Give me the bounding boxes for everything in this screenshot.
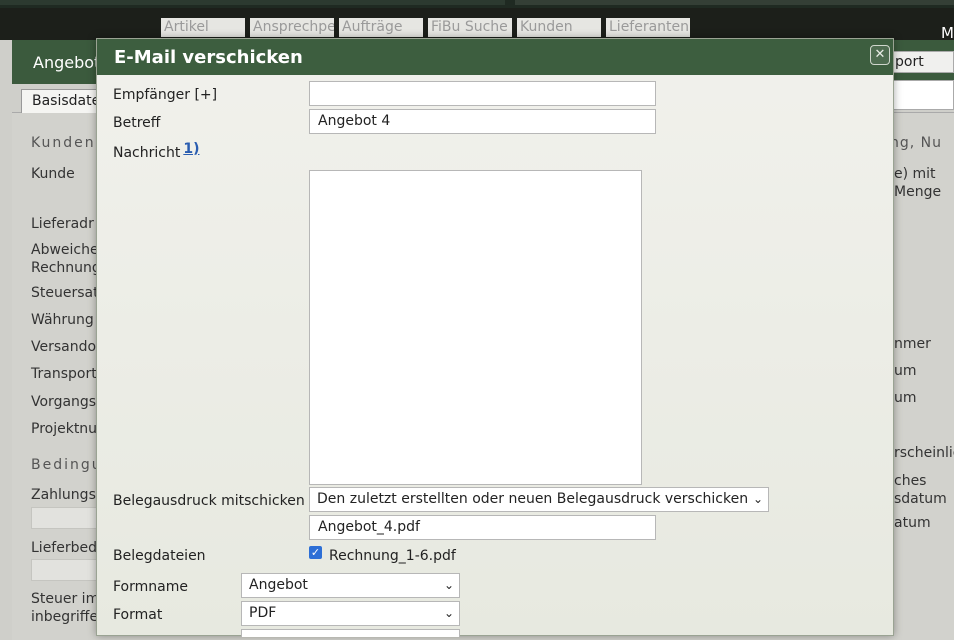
belegausdruck-value: Den zuletzt erstellten oder neuen Belega… bbox=[317, 491, 749, 507]
quick-search-ansprechpartner[interactable]: Ansprechpe bbox=[250, 18, 334, 37]
label-steuer-im: Steuer im bbox=[31, 591, 100, 607]
right-text-atum: atum bbox=[894, 515, 931, 531]
footnote-link[interactable]: 1) bbox=[183, 141, 199, 157]
section-bedingungen: Bedingu bbox=[31, 457, 103, 473]
formname-select[interactable]: Angebot ⌄ bbox=[241, 573, 460, 598]
quick-search-fibu[interactable]: FiBu Suche bbox=[428, 18, 512, 37]
label-vorgangsbezeichnung: Vorgangs bbox=[31, 394, 97, 410]
empfaenger-input[interactable] bbox=[309, 81, 656, 106]
right-section-heading: ng, Nu bbox=[890, 135, 943, 151]
label-rechnung: Rechnung bbox=[31, 260, 101, 276]
right-text-datum2: um bbox=[894, 390, 917, 406]
label-projektnummer: Projektnu bbox=[31, 421, 98, 437]
belegausdruck-select[interactable]: Den zuletzt erstellten oder neuen Belega… bbox=[309, 487, 769, 512]
dialog-header: E-Mail verschicken ✕ bbox=[97, 39, 893, 75]
chevron-down-icon: ⌄ bbox=[443, 578, 454, 592]
label-zahlungsbedingungen: Zahlungs bbox=[31, 487, 96, 503]
right-text-nummer: nmer bbox=[894, 336, 931, 352]
label-inbegriffen: inbegriffe bbox=[31, 609, 99, 625]
export-button[interactable]: port bbox=[888, 51, 954, 73]
next-select-partial[interactable] bbox=[241, 629, 460, 637]
quick-search-kunden[interactable]: Kunden bbox=[517, 18, 601, 37]
belegdatei-filename: Rechnung_1-6.pdf bbox=[329, 548, 456, 564]
right-text-mit: e) mit bbox=[894, 166, 936, 182]
label-lieferbedingungen: Lieferbed bbox=[31, 540, 97, 556]
label-belegdateien: Belegdateien bbox=[113, 548, 206, 564]
label-belegausdruck: Belegausdruck mitschicken bbox=[113, 493, 305, 509]
label-kunde: Kunde bbox=[31, 166, 75, 182]
close-icon[interactable]: ✕ bbox=[870, 45, 890, 65]
section-kunde: Kunden bbox=[31, 135, 96, 151]
top-strip bbox=[0, 0, 954, 8]
email-dialog: E-Mail verschicken ✕ Empfänger [+] Betre… bbox=[96, 38, 894, 637]
quick-search-auftraege[interactable]: Aufträge bbox=[339, 18, 423, 37]
background-right-input[interactable] bbox=[890, 80, 954, 110]
label-nachricht: Nachricht 1) bbox=[113, 141, 199, 161]
lieferbedingungen-select[interactable] bbox=[31, 559, 101, 581]
top-strip-tab-active bbox=[0, 0, 505, 5]
quick-search-artikel[interactable]: Artikel bbox=[161, 18, 245, 37]
format-select[interactable]: PDF ⌄ bbox=[241, 601, 460, 626]
belegdatei-checkbox[interactable]: ✓ bbox=[309, 546, 322, 559]
zahlungsbedingungen-select[interactable] bbox=[31, 507, 101, 529]
quick-search-bar: Artikel Ansprechpe Aufträge FiBu Suche K… bbox=[0, 8, 954, 42]
label-abweichende: Abweiche bbox=[31, 242, 99, 258]
label-waehrung: Währung bbox=[31, 312, 94, 328]
label-formname: Formname bbox=[113, 579, 188, 595]
top-strip-tab bbox=[515, 0, 954, 5]
label-format: Format bbox=[113, 607, 163, 623]
label-steuersatz: Steuersat bbox=[31, 285, 99, 301]
label-versandort: Versando bbox=[31, 339, 97, 355]
label-betreff: Betreff bbox=[113, 115, 161, 131]
background-page-title: Angebot bbox=[33, 53, 101, 72]
right-text-datum1: um bbox=[894, 363, 917, 379]
right-text-menge: Menge bbox=[894, 184, 942, 200]
quick-search-lieferanten[interactable]: Lieferanten bbox=[606, 18, 690, 37]
dialog-title: E-Mail verschicken bbox=[114, 47, 303, 68]
label-lieferadresse: Lieferadr bbox=[31, 216, 94, 232]
right-text-sdatum: sdatum bbox=[894, 491, 947, 507]
right-text-ches: ches bbox=[894, 473, 927, 489]
label-transport: Transport bbox=[31, 366, 97, 382]
nachricht-textarea[interactable] bbox=[309, 170, 642, 485]
chevron-down-icon: ⌄ bbox=[443, 606, 454, 620]
nachricht-label-text: Nachricht bbox=[113, 145, 181, 161]
chevron-down-icon: ⌄ bbox=[752, 492, 763, 506]
formname-value: Angebot bbox=[249, 577, 308, 593]
attachment-filename-input[interactable]: Angebot_4.pdf bbox=[309, 515, 656, 540]
betreff-input[interactable]: Angebot 4 bbox=[309, 109, 656, 134]
format-value: PDF bbox=[249, 605, 277, 621]
label-empfaenger[interactable]: Empfänger [+] bbox=[113, 87, 217, 103]
right-text-wahrscheinlichkeit: rscheinlic bbox=[894, 445, 954, 461]
